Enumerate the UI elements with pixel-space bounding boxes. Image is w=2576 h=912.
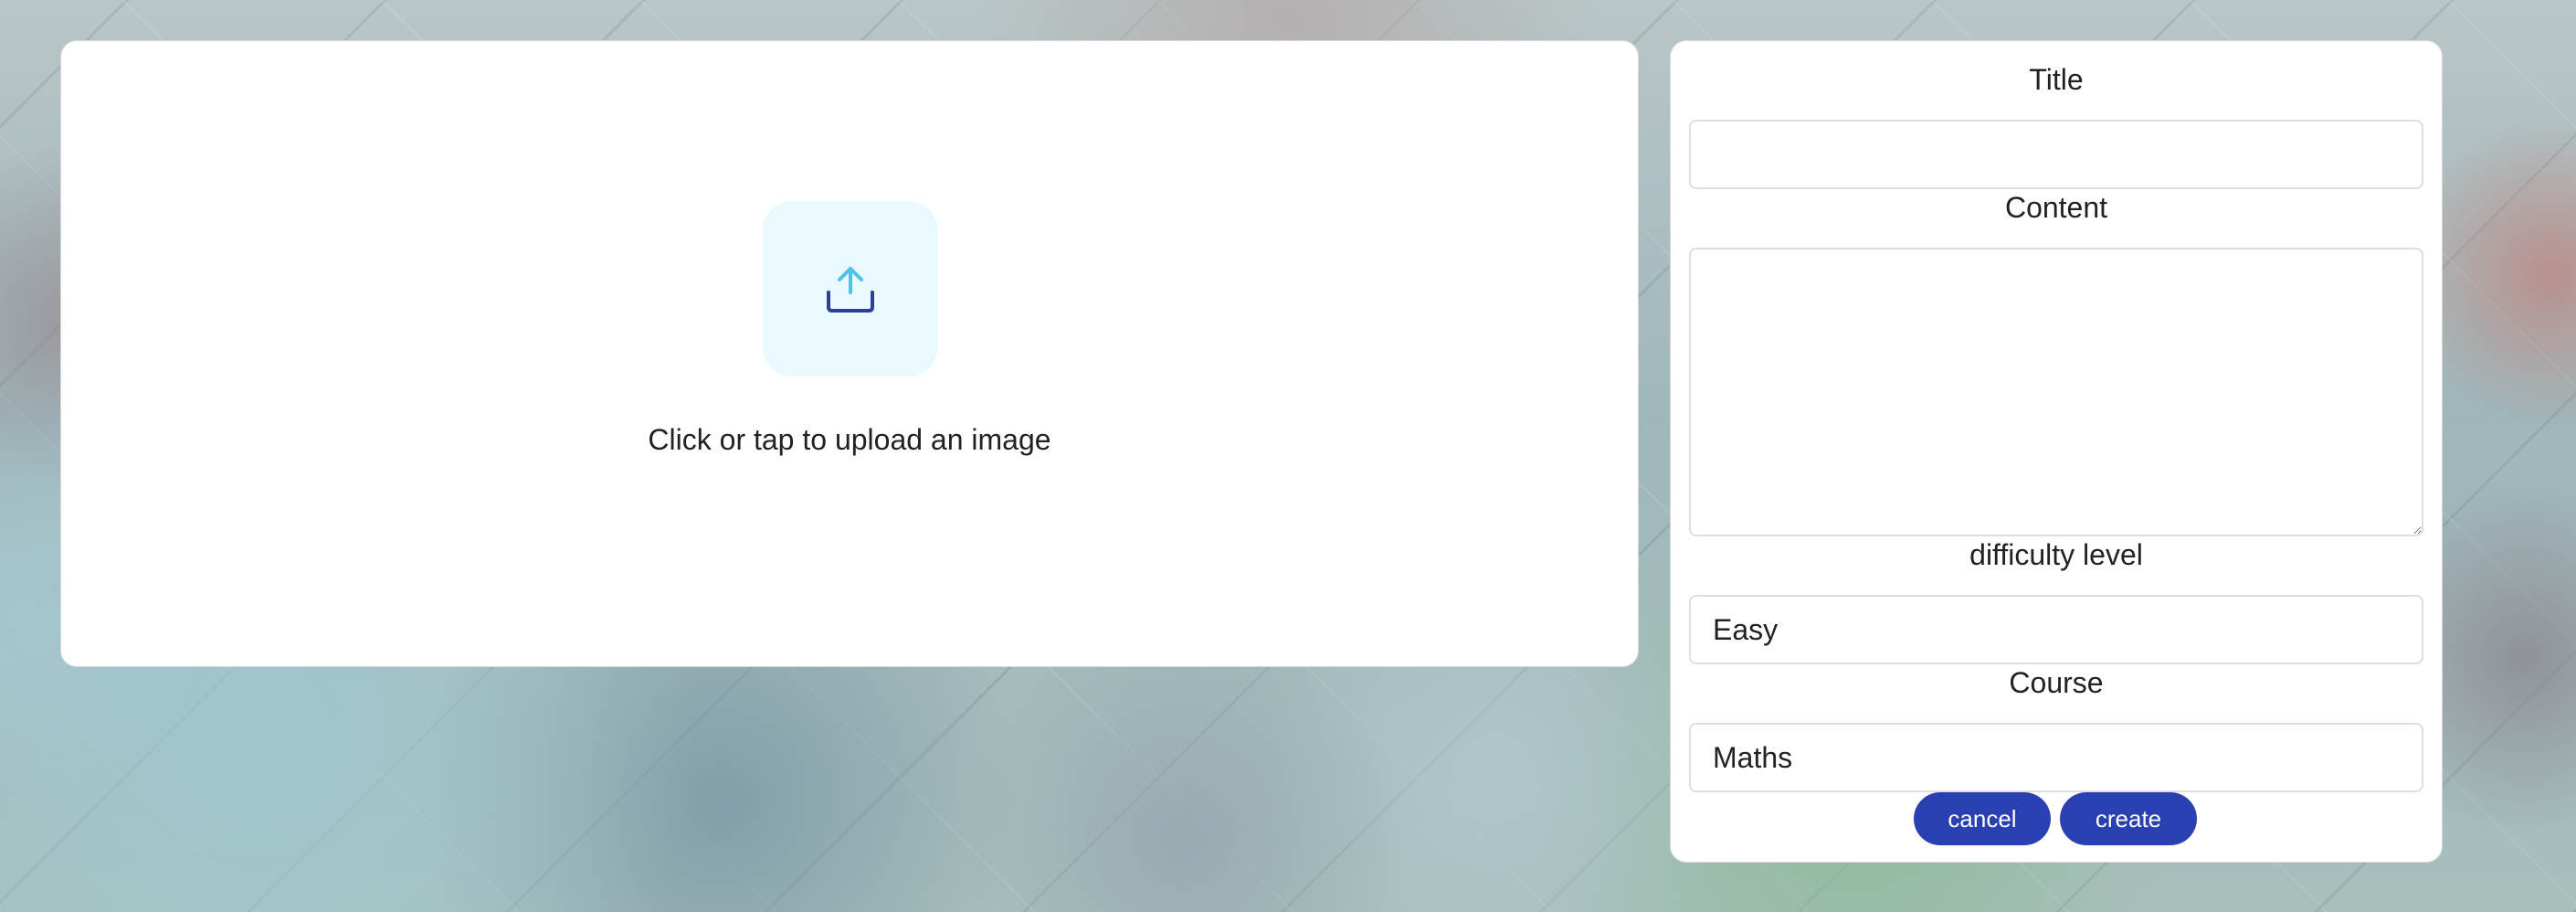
title-label: Title (2029, 63, 2084, 96)
create-button[interactable]: create (2060, 792, 2197, 845)
difficulty-level-select[interactable]: Easy (1689, 595, 2423, 664)
cancel-button[interactable]: cancel (1914, 792, 2051, 845)
upload-arrow-icon (827, 267, 874, 313)
create-form: Title Content difficulty level Easy Cour… (1670, 40, 2443, 863)
image-upload-area[interactable]: Click or tap to upload an image (60, 40, 1639, 667)
upload-instruction: Click or tap to upload an image (648, 423, 1051, 456)
difficulty-level-label: difficulty level (1969, 538, 2143, 571)
course-label: Course (2009, 666, 2104, 699)
title-input[interactable] (1689, 120, 2423, 189)
content-label: Content (2004, 191, 2108, 224)
course-select[interactable]: Maths (1689, 723, 2423, 792)
content-textarea[interactable] (1689, 248, 2423, 536)
upload-icon[interactable] (763, 201, 938, 376)
